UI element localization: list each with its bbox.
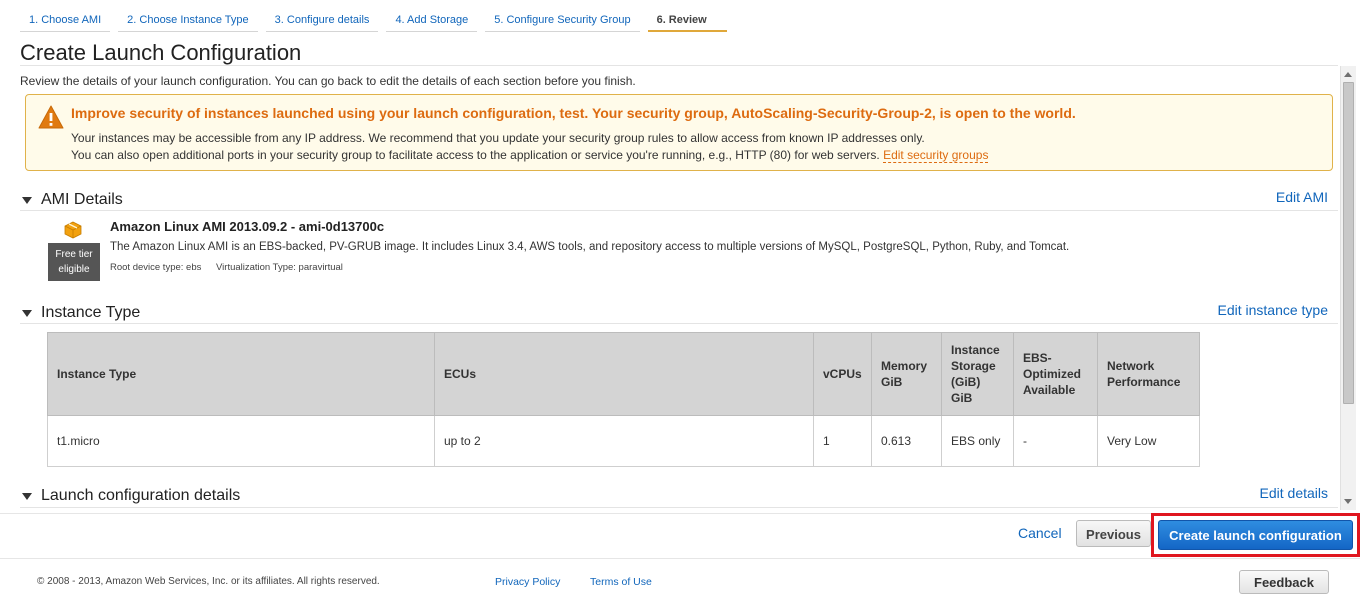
col-network-performance: Network Performance	[1097, 332, 1200, 416]
section-instance-type[interactable]: Instance Type	[22, 304, 140, 322]
divider	[0, 558, 1360, 559]
edit-instance-type-link[interactable]: Edit instance type	[1217, 302, 1328, 318]
warning-line-2: You can also open additional ports in yo…	[71, 147, 989, 164]
scroll-down-icon[interactable]	[1344, 499, 1352, 504]
cancel-button[interactable]: Cancel	[1018, 525, 1062, 541]
edit-ami-link[interactable]: Edit AMI	[1276, 189, 1328, 205]
warning-line-2-text: You can also open additional ports in yo…	[71, 148, 880, 162]
copyright-text: © 2008 - 2013, Amazon Web Services, Inc.…	[37, 576, 380, 587]
step-add-storage[interactable]: 4. Add Storage	[386, 8, 478, 32]
table-header-row: Instance Type ECUs vCPUs Memory GiB Inst…	[47, 332, 1200, 416]
warning-triangle-icon	[38, 105, 64, 129]
ami-box-icon	[64, 221, 82, 239]
page-subtitle: Review the details of your launch config…	[20, 74, 636, 88]
col-vcpus: vCPUs	[813, 332, 872, 416]
step-configure-details[interactable]: 3. Configure details	[265, 8, 379, 32]
terms-of-use-link[interactable]: Terms of Use	[590, 576, 652, 588]
step-choose-ami[interactable]: 1. Choose AMI	[20, 8, 111, 32]
free-tier-badge: Free tier eligible	[48, 243, 100, 281]
cell-memory: 0.613	[871, 415, 942, 467]
table-row: t1.micro up to 2 1 0.613 EBS only - Very…	[47, 415, 1200, 467]
section-heading: Launch configuration details	[41, 487, 241, 504]
scrollbar-thumb[interactable]	[1343, 82, 1354, 404]
col-ebs-optimized: EBS-Optimized Available	[1013, 332, 1098, 416]
section-launch-configuration-details[interactable]: Launch configuration details	[22, 487, 240, 505]
security-warning: Improve security of instances launched u…	[25, 94, 1333, 171]
cell-instance-type: t1.micro	[47, 415, 435, 467]
col-instance-type: Instance Type	[47, 332, 435, 416]
ami-meta: Root device type: ebs Virtualization Typ…	[110, 262, 343, 273]
privacy-policy-link[interactable]: Privacy Policy	[495, 576, 560, 588]
divider	[20, 507, 1338, 508]
highlight-box: Create launch configuration	[1151, 513, 1360, 557]
badge-line-1: Free tier	[55, 249, 93, 260]
cell-network-performance: Very Low	[1097, 415, 1200, 467]
cell-ecus: up to 2	[434, 415, 814, 467]
badge-line-2: eligible	[58, 264, 90, 275]
col-ecus: ECUs	[434, 332, 814, 416]
previous-button[interactable]: Previous	[1076, 520, 1151, 547]
create-launch-configuration-button[interactable]: Create launch configuration	[1158, 520, 1353, 550]
collapse-triangle-icon[interactable]	[22, 196, 32, 204]
scroll-up-icon[interactable]	[1344, 72, 1352, 77]
page-title: Create Launch Configuration	[20, 40, 302, 65]
edit-details-link[interactable]: Edit details	[1260, 485, 1328, 501]
warning-title: Improve security of instances launched u…	[71, 105, 1076, 121]
collapse-triangle-icon[interactable]	[22, 492, 32, 500]
instance-type-table: Instance Type ECUs vCPUs Memory GiB Inst…	[47, 332, 1200, 467]
step-configure-security-group[interactable]: 5. Configure Security Group	[485, 8, 640, 32]
divider	[20, 65, 1338, 66]
section-ami-details[interactable]: AMI Details	[22, 191, 123, 209]
root-device-type: Root device type: ebs	[110, 262, 202, 273]
warning-body: Your instances may be accessible from an…	[71, 130, 989, 164]
section-heading: Instance Type	[41, 304, 141, 321]
col-instance-storage: Instance Storage (GiB) GiB	[941, 332, 1014, 416]
section-heading: AMI Details	[41, 191, 123, 208]
scrollbar[interactable]	[1340, 66, 1356, 510]
ami-description: The Amazon Linux AMI is an EBS-backed, P…	[110, 241, 1070, 253]
collapse-triangle-icon[interactable]	[22, 309, 32, 317]
virtualization-type: Virtualization Type: paravirtual	[216, 262, 343, 273]
step-choose-instance-type[interactable]: 2. Choose Instance Type	[118, 8, 258, 32]
warning-line-1: Your instances may be accessible from an…	[71, 131, 925, 145]
cell-instance-storage: EBS only	[941, 415, 1014, 467]
col-memory: Memory GiB	[871, 332, 942, 416]
wizard-steps: 1. Choose AMI 2. Choose Instance Type 3.…	[20, 8, 735, 32]
edit-security-groups-link[interactable]: Edit security groups	[883, 148, 989, 163]
step-review[interactable]: 6. Review	[647, 8, 727, 32]
cell-ebs-optimized: -	[1013, 415, 1098, 467]
divider	[20, 323, 1338, 324]
feedback-button[interactable]: Feedback	[1239, 570, 1329, 594]
ami-name: Amazon Linux AMI 2013.09.2 - ami-0d13700…	[110, 219, 385, 234]
divider	[20, 210, 1338, 211]
cell-vcpus: 1	[813, 415, 872, 467]
